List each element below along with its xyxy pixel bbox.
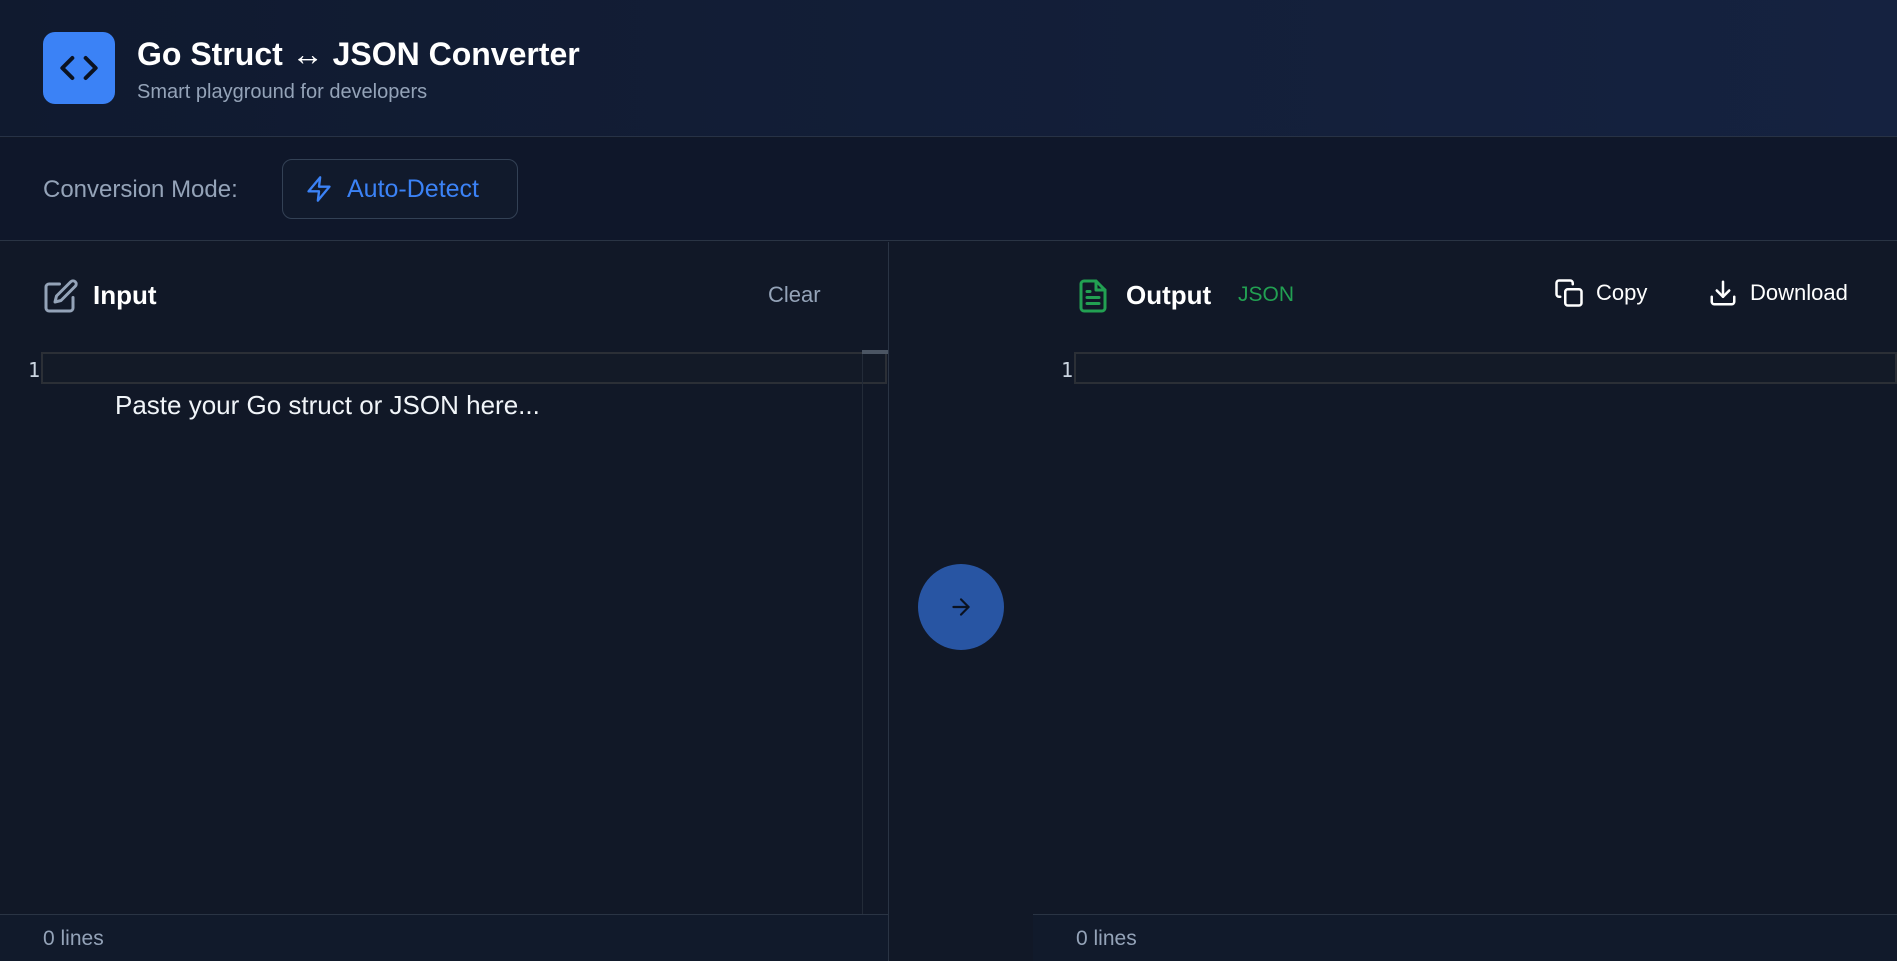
- app-header: Go Struct ↔ JSON Converter Smart playgro…: [0, 0, 1897, 137]
- input-editor[interactable]: 1 Paste your Go struct or JSON here...: [0, 350, 888, 914]
- output-panel-header: Output JSON Copy Download: [1033, 242, 1897, 350]
- current-line-highlight: [1074, 352, 1897, 384]
- input-panel: Input Clear 1 Paste your Go struct or JS…: [0, 242, 888, 961]
- output-lines-count: 0 lines: [1076, 927, 1137, 950]
- app-subtitle: Smart playground for developers: [137, 81, 428, 103]
- convert-button[interactable]: [918, 564, 1004, 650]
- copy-button[interactable]: Copy: [1554, 278, 1647, 308]
- download-label: Download: [1750, 280, 1848, 305]
- edit-icon: [43, 278, 79, 314]
- format-badge: JSON: [1238, 283, 1295, 306]
- download-button[interactable]: Download: [1708, 278, 1848, 308]
- line-number: 1: [27, 358, 40, 382]
- arrow-right-icon: [948, 594, 974, 620]
- copy-icon: [1554, 278, 1584, 308]
- line-number: 1: [1060, 358, 1073, 382]
- input-lines-count: 0 lines: [43, 927, 104, 950]
- auto-detect-button[interactable]: Auto-Detect: [282, 159, 518, 219]
- conversion-mode-label: Conversion Mode:: [43, 176, 238, 203]
- copy-label: Copy: [1596, 280, 1648, 305]
- input-panel-header: Input Clear: [0, 242, 888, 350]
- input-status-bar: 0 lines: [0, 914, 888, 961]
- vertical-scrollbar[interactable]: [862, 350, 888, 914]
- input-title: Input: [93, 280, 157, 310]
- clear-button[interactable]: Clear: [768, 282, 821, 308]
- output-status-bar: 0 lines: [1033, 914, 1897, 961]
- app-title: Go Struct ↔ JSON Converter: [137, 36, 580, 72]
- conversion-mode-bar: Conversion Mode: Auto-Detect: [0, 138, 1897, 241]
- current-line-highlight: [41, 352, 887, 384]
- lightning-icon: [305, 175, 333, 203]
- input-placeholder: Paste your Go struct or JSON here...: [115, 390, 540, 420]
- auto-detect-label: Auto-Detect: [347, 174, 480, 203]
- output-panel: Output JSON Copy Download 1 0 lines: [1033, 242, 1897, 961]
- download-icon: [1708, 278, 1738, 308]
- scrollbar-thumb[interactable]: [862, 350, 888, 354]
- document-icon: [1075, 278, 1111, 314]
- convert-column: [888, 242, 1033, 961]
- code-brackets-icon: [43, 32, 115, 104]
- output-editor[interactable]: 1: [1033, 350, 1897, 914]
- output-title: Output: [1126, 280, 1212, 310]
